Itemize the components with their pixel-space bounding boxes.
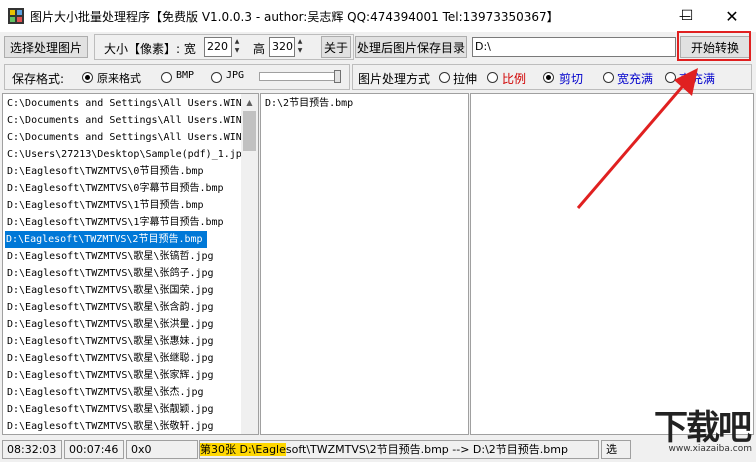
spin-up-icon[interactable]: ▲	[232, 37, 242, 46]
file-list-item[interactable]: D:\Eaglesoft\TWZMTVS\歌星\张敬轩.jpg	[6, 418, 214, 434]
slider-thumb[interactable]	[334, 70, 341, 83]
spin-down-icon[interactable]: ▼	[232, 46, 242, 55]
watermark-site: www.xiazaiba.com	[668, 444, 752, 454]
watermark-logo: 下载吧 www.xiazaiba.com	[616, 398, 756, 462]
method-ratio-radio[interactable]	[487, 72, 498, 83]
source-file-list[interactable]: C:\Documents and Settings\All Users.WINI…	[2, 93, 259, 435]
app-icon	[8, 8, 24, 24]
file-list-item[interactable]: D:\Eaglesoft\TWZMTVS\歌星\张家辉.jpg	[6, 367, 214, 384]
title-bar: 图片大小批量处理程序【免费版 V1.0.0.3 - author:吴志辉 QQ:…	[0, 0, 756, 32]
file-list-item[interactable]: D:\Eaglesoft\TWZMTVS\1字幕节目预告.bmp	[6, 214, 224, 231]
scroll-up-icon[interactable]: ▲	[241, 94, 258, 111]
output-file-list[interactable]: D:\2节目预告.bmp	[260, 93, 469, 435]
file-list-item[interactable]: C:\Documents and Settings\All Users.WINI	[6, 95, 248, 112]
status-progress-highlight: 第30张 D:\Eagle	[200, 443, 286, 456]
method-crop-radio[interactable]	[543, 72, 554, 83]
file-list-scrollbar[interactable]: ▲	[241, 94, 258, 434]
file-list-item[interactable]: C:\Users\27213\Desktop\Sample(pdf)_1.jpg	[6, 146, 248, 163]
file-list-item[interactable]: D:\Eaglesoft\TWZMTVS\歌星\张惠妹.jpg	[6, 333, 214, 350]
select-images-button[interactable]: 选择处理图片	[4, 36, 88, 58]
format-original-label: 原来格式	[97, 72, 141, 85]
highlight-box	[677, 31, 751, 61]
method-stretch-label: 拉伸	[453, 72, 478, 86]
method-ratio-label: 比例	[502, 72, 527, 86]
size-group: 大小【像素】: 宽 220 ▲ ▼ 高 320 ▲ ▼ 关于	[94, 34, 354, 60]
file-list-item[interactable]: D:\Eaglesoft\TWZMTVS\歌星\张镐哲.jpg	[6, 248, 214, 265]
format-original-radio[interactable]	[82, 72, 93, 83]
file-list-item[interactable]: D:\Eaglesoft\TWZMTVS\歌星\张含韵.jpg	[6, 299, 214, 316]
window-title: 图片大小批量处理程序【免费版 V1.0.0.3 - author:吴志辉 QQ:…	[30, 10, 559, 24]
width-input[interactable]: 220	[204, 37, 232, 57]
spin-up-icon[interactable]: ▲	[295, 37, 305, 46]
close-button[interactable]: ✕	[708, 0, 756, 32]
output-list-item[interactable]: D:\2节目预告.bmp	[264, 95, 353, 112]
format-bmp-label: BMP	[176, 70, 195, 81]
status-elapsed: 00:07:46	[64, 440, 124, 459]
file-list-item[interactable]: D:\Eaglesoft\TWZMTVS\0节目预告.bmp	[6, 163, 204, 180]
file-list-item[interactable]: D:\Eaglesoft\TWZMTVS\1节目预告.bmp	[6, 197, 204, 214]
file-list-item[interactable]: D:\Eaglesoft\TWZMTVS\歌星\张国荣.jpg	[6, 282, 214, 299]
about-label: 关于	[323, 40, 348, 55]
format-jpg-radio[interactable]	[211, 72, 222, 83]
method-label: 图片处理方式	[358, 72, 431, 86]
method-stretch-radio[interactable]	[439, 72, 450, 83]
status-progress: 第30张 D:\Eaglesoft\TWZMTVS\2节目预告.bmp --> …	[199, 440, 599, 459]
file-list-item[interactable]: D:\Eaglesoft\TWZMTVS\歌星\张靓颖.jpg	[6, 401, 214, 418]
status-time: 08:32:03	[2, 440, 62, 459]
spin-down-icon[interactable]: ▼	[295, 46, 305, 55]
file-list-item[interactable]: C:\Documents and Settings\All Users.WINI	[6, 112, 248, 129]
file-list-item[interactable]: D:\Eaglesoft\TWZMTVS\歌星\张洪量.jpg	[6, 316, 214, 333]
status-hex: 0x0	[126, 440, 198, 459]
save-dir-input[interactable]: D:\	[472, 37, 676, 57]
quality-slider[interactable]	[259, 70, 341, 83]
height-spinner[interactable]: ▲ ▼	[295, 37, 305, 57]
file-list-item[interactable]: D:\Eaglesoft\TWZMTVS\歌星\张继聪.jpg	[6, 350, 214, 367]
about-button[interactable]: 关于	[321, 36, 351, 58]
save-dir-button[interactable]: 处理后图片保存目录	[355, 36, 467, 58]
height-label: 高	[253, 42, 266, 56]
format-bmp-radio[interactable]	[161, 72, 172, 83]
format-label: 保存格式:	[12, 72, 65, 86]
scrollbar-thumb[interactable]	[243, 111, 256, 151]
format-group: 保存格式: 原来格式 BMP JPG	[4, 64, 350, 90]
width-spinner[interactable]: ▲ ▼	[232, 37, 242, 57]
close-icon: ✕	[725, 6, 739, 26]
file-list-item[interactable]: D:\Eaglesoft\TWZMTVS\2节目预告.bmp	[5, 231, 207, 248]
size-label: 大小【像素】: 宽	[104, 42, 196, 56]
watermark-text: 下载吧	[654, 408, 752, 448]
format-jpg-label: JPG	[226, 70, 245, 81]
file-list-item[interactable]: D:\Eaglesoft\TWZMTVS\歌星\张杰.jpg	[6, 384, 204, 401]
maximize-icon: ☐	[680, 8, 694, 24]
annotation-arrow	[576, 68, 698, 209]
status-progress-rest: soft\TWZMTVS\2节目预告.bmp --> D:\2节目预告.bmp	[285, 443, 568, 456]
save-dir-label: 处理后图片保存目录	[356, 40, 465, 55]
main-toolbar: 选择处理图片 大小【像素】: 宽 220 ▲ ▼ 高 320 ▲ ▼ 关于 处理…	[0, 33, 756, 61]
file-list-item[interactable]: C:\Documents and Settings\All Users.WINI	[6, 129, 248, 146]
file-list-item[interactable]: D:\Eaglesoft\TWZMTVS\歌星\张鸽子.jpg	[6, 265, 214, 282]
maximize-button[interactable]: ☐	[664, 0, 710, 32]
select-images-label: 选择处理图片	[9, 40, 82, 55]
height-input[interactable]: 320	[269, 37, 295, 57]
file-list-item[interactable]: D:\Eaglesoft\TWZMTVS\0字幕节目预告.bmp	[6, 180, 224, 197]
